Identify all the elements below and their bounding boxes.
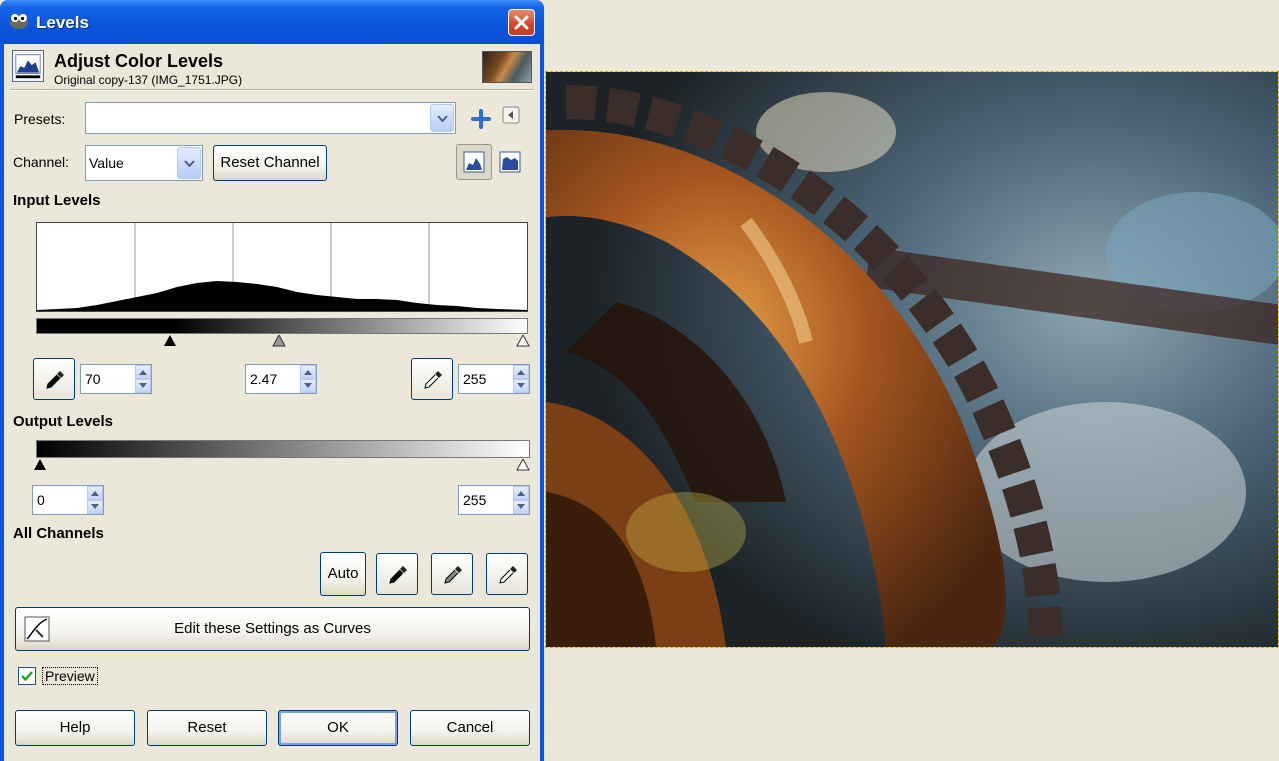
gamma-value: 2.47: [250, 371, 278, 387]
spin-down-icon[interactable]: [87, 500, 103, 514]
reset-channel-button[interactable]: Reset Channel: [213, 145, 327, 181]
preview-label[interactable]: Preview: [42, 667, 98, 685]
reset-button[interactable]: Reset: [147, 710, 267, 746]
dialog-heading: Adjust Color Levels: [54, 51, 224, 71]
spin-up-icon[interactable]: [513, 365, 529, 379]
cancel-label: Cancel: [446, 719, 494, 736]
chevron-down-icon[interactable]: [177, 147, 201, 179]
output-gradient-bar: [36, 440, 530, 458]
auto-label: Auto: [327, 565, 359, 582]
close-button[interactable]: [508, 9, 535, 36]
linear-histogram-icon: [463, 151, 485, 173]
spin-up-icon[interactable]: [513, 486, 529, 500]
help-label: Help: [59, 719, 91, 736]
ok-button[interactable]: OK: [278, 710, 398, 746]
dialog-content: Adjust Color Levels Original copy-137 (I…: [4, 44, 540, 761]
eyedropper-black-icon: [46, 371, 64, 389]
presets-combo[interactable]: [85, 102, 456, 134]
edit-as-curves-button[interactable]: Edit these Settings as Curves: [15, 607, 530, 651]
output-levels-heading: Output Levels: [13, 413, 114, 430]
image-thumbnail: [482, 51, 532, 83]
eyedropper-black-icon: [389, 566, 407, 584]
channel-value: Value: [89, 155, 124, 171]
output-high-handle[interactable]: [516, 459, 530, 471]
linear-histogram-button[interactable]: [456, 144, 492, 180]
photo-rusty-gear[interactable]: [545, 71, 1279, 648]
input-low-spin[interactable]: 70: [80, 364, 152, 394]
white-point-handle[interactable]: [516, 335, 530, 347]
eyedropper-gray-icon: [444, 566, 462, 584]
eyedropper-white-icon: [424, 371, 442, 389]
ok-label: OK: [327, 719, 349, 736]
spin-up-icon[interactable]: [87, 486, 103, 500]
histogram[interactable]: [36, 222, 528, 312]
spin-down-icon[interactable]: [300, 379, 316, 393]
gimp-wilber-icon: [10, 14, 28, 29]
input-high-spin[interactable]: 255: [458, 364, 530, 394]
log-histogram-button[interactable]: [496, 148, 524, 176]
output-high-spin[interactable]: 255: [458, 485, 530, 515]
gray-picker-button[interactable]: [431, 553, 473, 595]
checkmark-icon: [21, 671, 33, 682]
image-name: Original copy-137 (IMG_1751.JPG): [54, 73, 243, 87]
close-icon: [514, 15, 529, 30]
input-levels-heading: Input Levels: [13, 192, 101, 209]
spin-down-icon[interactable]: [513, 500, 529, 514]
reset-channel-label: Reset Channel: [220, 154, 320, 171]
histogram-plot: [37, 223, 527, 311]
levels-dialog: Levels Adjust Color Levels Original copy…: [0, 0, 544, 761]
presets-label: Presets:: [14, 111, 66, 127]
spin-up-icon[interactable]: [135, 365, 151, 379]
preview-checkbox[interactable]: [18, 667, 36, 685]
chevron-down-icon[interactable]: [430, 104, 454, 132]
gamma-spin[interactable]: 2.47: [245, 364, 317, 394]
header-divider: [10, 89, 534, 91]
gamma-handle[interactable]: [272, 335, 286, 347]
log-histogram-icon: [499, 151, 521, 173]
output-low-value: 0: [37, 492, 45, 508]
all-channels-heading: All Channels: [13, 525, 104, 542]
window-title: Levels: [36, 13, 89, 32]
output-high-value: 255: [463, 492, 487, 508]
image-canvas[interactable]: [544, 0, 1279, 761]
output-low-handle[interactable]: [33, 459, 47, 471]
spin-down-icon[interactable]: [135, 379, 151, 393]
auto-button[interactable]: Auto: [320, 552, 366, 596]
cancel-button[interactable]: Cancel: [410, 710, 530, 746]
input-gradient-bar: [36, 318, 528, 334]
levels-icon: [12, 50, 44, 82]
photo-image: [546, 72, 1278, 647]
reset-label: Reset: [187, 719, 227, 736]
channel-combo[interactable]: Value: [85, 145, 203, 181]
title-bar[interactable]: Levels: [0, 0, 544, 44]
input-low-value: 70: [85, 371, 101, 387]
spin-down-icon[interactable]: [513, 379, 529, 393]
triangle-left-icon[interactable]: [502, 106, 520, 124]
black-picker-button[interactable]: [376, 553, 418, 595]
plus-icon[interactable]: [468, 106, 494, 132]
curves-icon: [24, 616, 50, 642]
output-low-spin[interactable]: 0: [32, 485, 104, 515]
eyedropper-white-icon: [499, 566, 517, 584]
channel-label: Channel:: [13, 154, 70, 170]
black-point-picker-button[interactable]: [33, 358, 75, 400]
white-point-picker-button[interactable]: [411, 358, 453, 400]
black-point-handle[interactable]: [163, 335, 177, 347]
input-high-value: 255: [463, 371, 487, 387]
edit-as-curves-label: Edit these Settings as Curves: [174, 620, 371, 637]
spin-up-icon[interactable]: [300, 365, 316, 379]
white-picker-button[interactable]: [486, 553, 528, 595]
help-button[interactable]: Help: [15, 710, 135, 746]
